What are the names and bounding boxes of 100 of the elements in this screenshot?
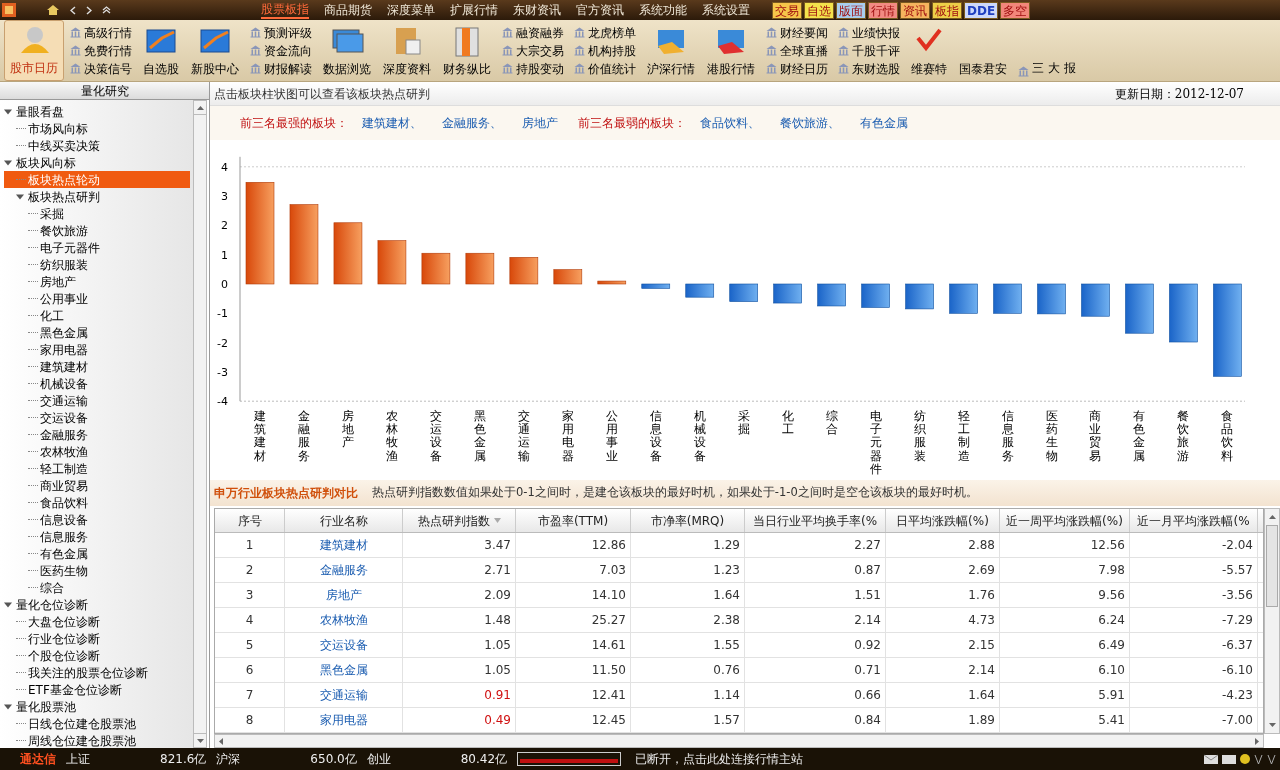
- bar[interactable]: [421, 252, 451, 285]
- tree-item[interactable]: 黑色金属: [4, 324, 193, 341]
- tree-item[interactable]: 大盘仓位诊断: [4, 613, 193, 630]
- toolbar-button[interactable]: 国泰君安: [954, 20, 1012, 81]
- bar[interactable]: [289, 204, 319, 285]
- tree-item[interactable]: 采掘: [4, 205, 193, 222]
- sector-link[interactable]: 金融服务、: [442, 114, 502, 132]
- sector-link[interactable]: 房地产: [522, 114, 558, 132]
- toolbar-button[interactable]: 新股中心: [186, 20, 244, 81]
- toolbar-link[interactable]: 业绩快报: [852, 23, 900, 42]
- sector-link[interactable]: 家用电器: [285, 708, 403, 732]
- toolbar-button[interactable]: 数据浏览: [318, 20, 376, 81]
- sector-link[interactable]: 食品饮料、: [700, 114, 760, 132]
- bar[interactable]: [245, 182, 275, 285]
- bar[interactable]: [729, 283, 758, 302]
- quick-tab[interactable]: 交易: [772, 1, 802, 19]
- right-arrow-icon[interactable]: [1255, 737, 1259, 745]
- column-header[interactable]: 日平均涨跌幅(%): [886, 509, 1000, 532]
- tree-item[interactable]: ETF基金仓位诊断: [4, 681, 193, 698]
- quick-tab[interactable]: 版面: [836, 1, 866, 19]
- column-header[interactable]: 近一月平均涨跌幅(%: [1130, 509, 1258, 532]
- toolbar-link[interactable]: 预测评级: [264, 23, 312, 42]
- column-header[interactable]: 行业名称: [285, 509, 403, 532]
- menu-item[interactable]: 官方资讯: [576, 2, 624, 18]
- tree-item[interactable]: 金融服务: [4, 426, 193, 443]
- bar[interactable]: [993, 283, 1022, 314]
- toolbar-link[interactable]: 龙虎榜单: [588, 23, 636, 42]
- toolbar-button[interactable]: 股市日历: [4, 20, 64, 81]
- menu-item[interactable]: 系统功能: [639, 2, 687, 18]
- tree-item[interactable]: 纺织服装: [4, 256, 193, 273]
- tree-item[interactable]: 建筑建材: [4, 358, 193, 375]
- toolbar-link[interactable]: 三 大 报: [1032, 59, 1076, 77]
- bar[interactable]: [773, 283, 802, 304]
- toolbar-link[interactable]: 资金流向: [264, 41, 312, 60]
- tree-item[interactable]: 量化仓位诊断: [4, 596, 193, 613]
- toolbar-link[interactable]: 高级行情: [84, 23, 132, 42]
- column-header[interactable]: 市盈率(TTM): [516, 509, 631, 532]
- quick-tab[interactable]: DDE: [964, 1, 999, 19]
- bar[interactable]: [817, 283, 846, 307]
- tree-item[interactable]: 轻工制造: [4, 460, 193, 477]
- bar[interactable]: [1081, 283, 1110, 317]
- tree-item[interactable]: 行业仓位诊断: [4, 630, 193, 647]
- toolbar-link[interactable]: 全球直播: [780, 41, 828, 60]
- toolbar-link[interactable]: 财经日历: [780, 59, 828, 78]
- sector-link[interactable]: 有色金属: [860, 114, 908, 132]
- sector-link[interactable]: 交运设备: [285, 633, 403, 657]
- sector-link[interactable]: 房地产: [285, 583, 403, 607]
- sector-link[interactable]: 建筑建材、: [362, 114, 422, 132]
- tree-item[interactable]: 信息设备: [4, 511, 193, 528]
- bar[interactable]: [1169, 283, 1198, 343]
- bar[interactable]: [509, 257, 539, 285]
- bar[interactable]: [861, 283, 890, 308]
- bar[interactable]: [597, 280, 627, 285]
- quick-tab[interactable]: 自选: [804, 1, 834, 19]
- column-header[interactable]: 近一周平均涨跌幅(%): [1000, 509, 1130, 532]
- column-header[interactable]: 序号: [215, 509, 285, 532]
- bar[interactable]: [377, 240, 407, 285]
- back-icon[interactable]: [70, 5, 76, 15]
- bar[interactable]: [1213, 283, 1242, 377]
- toolbar-link[interactable]: 持股变动: [516, 59, 564, 78]
- bar[interactable]: [641, 283, 671, 289]
- tree-item[interactable]: 量化股票池: [4, 698, 193, 715]
- tree-item[interactable]: 农林牧渔: [4, 443, 193, 460]
- toolbar-link[interactable]: 财报解读: [264, 59, 312, 78]
- toolbar-link[interactable]: 免费行情: [84, 41, 132, 60]
- bar[interactable]: [333, 222, 363, 285]
- sector-link[interactable]: 农林牧渔: [285, 608, 403, 632]
- tree-item[interactable]: 信息服务: [4, 528, 193, 545]
- tree-item[interactable]: 食品饮料: [4, 494, 193, 511]
- bar[interactable]: [685, 283, 715, 298]
- column-header[interactable]: 市净率(MRQ): [631, 509, 745, 532]
- toolbar-button[interactable]: 维赛特: [906, 20, 952, 81]
- tree-item[interactable]: 电子元器件: [4, 239, 193, 256]
- tree-item[interactable]: 个股仓位诊断: [4, 647, 193, 664]
- sector-link[interactable]: 餐饮旅游、: [780, 114, 840, 132]
- tree-item[interactable]: 交通运输: [4, 392, 193, 409]
- tree-item[interactable]: 有色金属: [4, 545, 193, 562]
- quick-tab[interactable]: 资讯: [900, 1, 930, 19]
- toolbar-button[interactable]: 财务纵比: [438, 20, 496, 81]
- column-header[interactable]: 热点研判指数: [403, 509, 516, 532]
- tree-item[interactable]: 化工: [4, 307, 193, 324]
- toolbar-link[interactable]: 决策信号: [84, 59, 132, 78]
- tree-item[interactable]: 房地产: [4, 273, 193, 290]
- horizontal-scrollbar[interactable]: [214, 734, 1264, 748]
- toolbar-button[interactable]: 深度资料: [378, 20, 436, 81]
- bar[interactable]: [1037, 283, 1066, 315]
- toolbar-button[interactable]: 沪深行情: [642, 20, 700, 81]
- toolbar-link[interactable]: 价值统计: [588, 59, 636, 78]
- sector-link[interactable]: 建筑建材: [285, 533, 403, 557]
- connection-link[interactable]: 已断开，点击此处连接行情主站: [635, 750, 1194, 768]
- tree-item[interactable]: 机械设备: [4, 375, 193, 392]
- toolbar-link[interactable]: 千股千评: [852, 41, 900, 60]
- bar[interactable]: [905, 283, 934, 310]
- menu-item[interactable]: 商品期货: [324, 2, 372, 18]
- tree-item[interactable]: 板块热点研判: [4, 188, 193, 205]
- tree-item[interactable]: 家用电器: [4, 341, 193, 358]
- tree-item[interactable]: 公用事业: [4, 290, 193, 307]
- menu-item[interactable]: 系统设置: [702, 2, 750, 18]
- toolbar-link[interactable]: 机构持股: [588, 41, 636, 60]
- tree-item[interactable]: 商业贸易: [4, 477, 193, 494]
